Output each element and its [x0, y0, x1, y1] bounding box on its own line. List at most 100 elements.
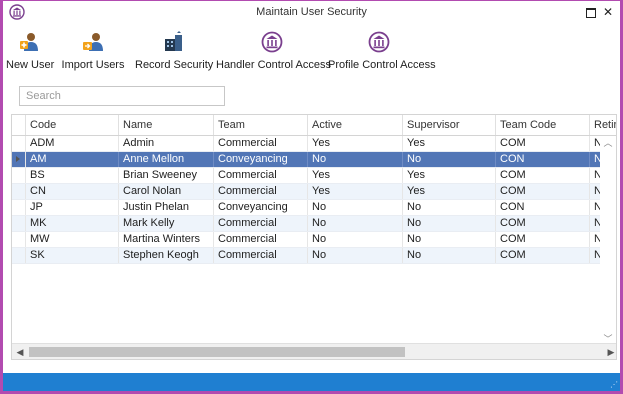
cell-name[interactable]: Mark Kelly: [119, 216, 214, 231]
row-indicator[interactable]: [12, 168, 26, 183]
column-header-team[interactable]: Team: [214, 115, 308, 135]
institution-icon: [368, 31, 390, 53]
cell-team-code[interactable]: COM: [496, 184, 590, 199]
scroll-up-icon[interactable]: ︿: [603, 138, 613, 148]
cell-active[interactable]: No: [308, 216, 403, 231]
cell-team-code[interactable]: CON: [496, 200, 590, 215]
handler-control-access-label: Handler Control Access: [216, 59, 331, 71]
cell-code[interactable]: MW: [26, 232, 119, 247]
cell-team[interactable]: Commercial: [214, 136, 308, 151]
import-users-icon: [83, 33, 103, 51]
column-header-active[interactable]: Active: [308, 115, 403, 135]
column-header-retired[interactable]: Retir: [590, 115, 616, 135]
table-row[interactable]: SK Stephen Keogh Commercial No No COM N: [12, 248, 616, 264]
import-users-button[interactable]: Import Users: [56, 31, 130, 75]
cell-team-code[interactable]: COM: [496, 216, 590, 231]
cell-team[interactable]: Commercial: [214, 232, 308, 247]
cell-name[interactable]: Justin Phelan: [119, 200, 214, 215]
cell-active[interactable]: No: [308, 152, 403, 167]
row-indicator[interactable]: [12, 248, 26, 263]
cell-supervisor[interactable]: Yes: [403, 168, 496, 183]
profile-control-access-label: Profile Control Access: [328, 59, 436, 71]
search-input[interactable]: [20, 87, 224, 105]
cell-code[interactable]: SK: [26, 248, 119, 263]
cell-name[interactable]: Martina Winters: [119, 232, 214, 247]
users-grid: Code Name Team Active Supervisor Team Co…: [11, 114, 617, 360]
record-security-button[interactable]: Record Security: [135, 31, 214, 75]
table-row[interactable]: JP Justin Phelan Conveyancing No No CON N: [12, 200, 616, 216]
vertical-scrollbar[interactable]: ︿ ﹀: [600, 136, 616, 344]
cell-supervisor[interactable]: No: [403, 232, 496, 247]
table-row[interactable]: ADM Admin Commercial Yes Yes COM N: [12, 136, 616, 152]
column-header-supervisor[interactable]: Supervisor: [403, 115, 496, 135]
cell-team-code[interactable]: COM: [496, 136, 590, 151]
grid-header: Code Name Team Active Supervisor Team Co…: [12, 115, 616, 136]
cell-name[interactable]: Carol Nolan: [119, 184, 214, 199]
cell-code[interactable]: CN: [26, 184, 119, 199]
cell-team[interactable]: Commercial: [214, 248, 308, 263]
scroll-right-icon[interactable]: ▶: [606, 346, 616, 358]
row-indicator-header: [12, 115, 26, 135]
cell-team-code[interactable]: COM: [496, 248, 590, 263]
cell-code[interactable]: MK: [26, 216, 119, 231]
cell-team[interactable]: Commercial: [214, 184, 308, 199]
row-indicator[interactable]: [12, 184, 26, 199]
table-row[interactable]: MW Martina Winters Commercial No No COM N: [12, 232, 616, 248]
cell-name[interactable]: Brian Sweeney: [119, 168, 214, 183]
profile-control-access-button[interactable]: Profile Control Access: [328, 31, 436, 75]
cell-team-code[interactable]: COM: [496, 232, 590, 247]
scroll-left-icon[interactable]: ◀: [15, 346, 25, 358]
handler-control-access-button[interactable]: Handler Control Access: [216, 31, 331, 75]
cell-name[interactable]: Anne Mellon: [119, 152, 214, 167]
cell-team-code[interactable]: CON: [496, 152, 590, 167]
close-button[interactable]: ✕: [600, 4, 616, 20]
cell-name[interactable]: Admin: [119, 136, 214, 151]
cell-code[interactable]: JP: [26, 200, 119, 215]
record-security-label: Record Security: [135, 59, 214, 71]
cell-supervisor[interactable]: Yes: [403, 136, 496, 151]
row-indicator[interactable]: [12, 152, 26, 167]
cell-active[interactable]: Yes: [308, 168, 403, 183]
cell-team[interactable]: Commercial: [214, 216, 308, 231]
row-indicator[interactable]: [12, 200, 26, 215]
row-indicator[interactable]: [12, 216, 26, 231]
cell-team-code[interactable]: COM: [496, 168, 590, 183]
cell-active[interactable]: No: [308, 248, 403, 263]
cell-code[interactable]: AM: [26, 152, 119, 167]
search-box: [19, 86, 225, 106]
cell-supervisor[interactable]: No: [403, 200, 496, 215]
maximize-button[interactable]: [582, 4, 598, 20]
cell-active[interactable]: Yes: [308, 184, 403, 199]
cell-active[interactable]: No: [308, 200, 403, 215]
cell-code[interactable]: ADM: [26, 136, 119, 151]
column-header-team-code[interactable]: Team Code: [496, 115, 590, 135]
cell-name[interactable]: Stephen Keogh: [119, 248, 214, 263]
maintain-user-security-window: Maintain User Security ✕ New User Import…: [0, 0, 623, 394]
cell-active[interactable]: No: [308, 232, 403, 247]
status-bar: ⋰: [3, 373, 620, 391]
new-user-button[interactable]: New User: [6, 31, 55, 75]
new-user-label: New User: [6, 59, 55, 71]
cell-code[interactable]: BS: [26, 168, 119, 183]
table-row[interactable]: CN Carol Nolan Commercial Yes Yes COM N: [12, 184, 616, 200]
cell-supervisor[interactable]: No: [403, 248, 496, 263]
row-indicator[interactable]: [12, 136, 26, 151]
row-indicator[interactable]: [12, 232, 26, 247]
cell-supervisor[interactable]: No: [403, 216, 496, 231]
cell-supervisor[interactable]: No: [403, 152, 496, 167]
column-header-code[interactable]: Code: [26, 115, 119, 135]
horizontal-scrollbar[interactable]: ◀ ▶: [12, 343, 616, 359]
resize-grip-icon[interactable]: ⋰: [610, 381, 618, 389]
table-row[interactable]: MK Mark Kelly Commercial No No COM N: [12, 216, 616, 232]
cell-team[interactable]: Conveyancing: [214, 200, 308, 215]
cell-supervisor[interactable]: Yes: [403, 184, 496, 199]
cell-team[interactable]: Commercial: [214, 168, 308, 183]
cell-active[interactable]: Yes: [308, 136, 403, 151]
ribbon-toolbar: New User Import Users Record Security Ha…: [3, 31, 620, 76]
cell-team[interactable]: Conveyancing: [214, 152, 308, 167]
horizontal-scroll-thumb[interactable]: [29, 347, 405, 357]
window-title: Maintain User Security: [256, 6, 367, 18]
table-row[interactable]: BS Brian Sweeney Commercial Yes Yes COM N: [12, 168, 616, 184]
column-header-name[interactable]: Name: [119, 115, 214, 135]
table-row[interactable]: AM Anne Mellon Conveyancing No No CON N: [12, 152, 616, 168]
